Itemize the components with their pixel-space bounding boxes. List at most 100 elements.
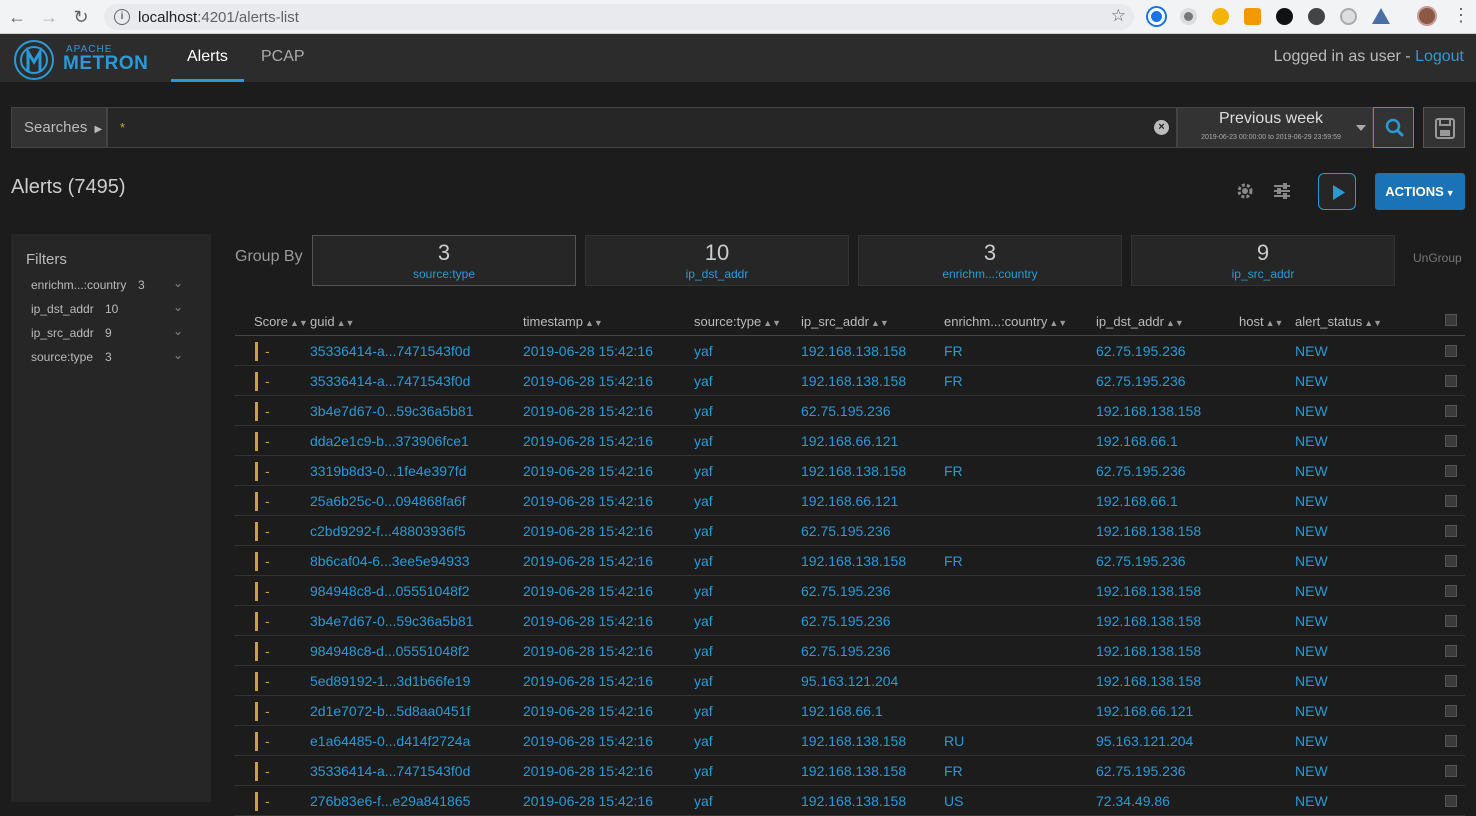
- row-checkbox[interactable]: [1445, 435, 1457, 447]
- cell-country[interactable]: FR: [944, 373, 963, 389]
- cell-guid[interactable]: 25a6b25c-0...094868fa6f: [310, 493, 466, 509]
- cell-timestamp[interactable]: 2019-06-28 15:42:16: [523, 643, 653, 659]
- ungroup-button[interactable]: UnGroup: [1413, 251, 1462, 265]
- cell-alert-status[interactable]: NEW: [1295, 403, 1328, 419]
- play-button[interactable]: [1318, 173, 1356, 210]
- cell-timestamp[interactable]: 2019-06-28 15:42:16: [523, 733, 653, 749]
- column-header-ip-src-addr[interactable]: ip_src_addr ▲▼: [801, 314, 889, 329]
- cell-ip-dst-addr[interactable]: 192.168.138.158: [1096, 613, 1201, 629]
- cell-alert-status[interactable]: NEW: [1295, 763, 1328, 779]
- cell-ip-dst-addr[interactable]: 192.168.66.121: [1096, 703, 1193, 719]
- tab-pcap[interactable]: PCAP: [245, 34, 321, 82]
- cell-ip-dst-addr[interactable]: 192.168.66.1: [1096, 493, 1178, 509]
- table-row[interactable]: - 8b6caf04-6...3ee5e94933 2019-06-28 15:42…: [235, 546, 1465, 576]
- cell-source-type[interactable]: yaf: [694, 673, 713, 689]
- cell-guid[interactable]: 35336414-a...7471543f0d: [310, 763, 470, 779]
- column-header-guid[interactable]: guid ▲▼: [310, 314, 354, 329]
- cell-ip-dst-addr[interactable]: 192.168.138.158: [1096, 673, 1201, 689]
- row-checkbox[interactable]: [1445, 495, 1457, 507]
- cell-alert-status[interactable]: NEW: [1295, 523, 1328, 539]
- table-row[interactable]: - 276b83e6-f...e29a841865 2019-06-28 15:42…: [235, 786, 1465, 816]
- cell-guid[interactable]: 3b4e7d67-0...59c36a5b81: [310, 613, 473, 629]
- cell-source-type[interactable]: yaf: [694, 523, 713, 539]
- cell-ip-src-addr[interactable]: 62.75.195.236: [801, 583, 891, 599]
- cell-ip-dst-addr[interactable]: 72.34.49.86: [1096, 793, 1170, 809]
- cell-source-type[interactable]: yaf: [694, 463, 713, 479]
- group-card-ip-dst-addr[interactable]: 10 ip_dst_addr: [585, 235, 849, 286]
- cell-country[interactable]: FR: [944, 553, 963, 569]
- chevron-down-icon[interactable]: ⌄: [173, 300, 183, 314]
- row-checkbox[interactable]: [1445, 735, 1457, 747]
- table-row[interactable]: - 3319b8d3-0...1fe4e397fd 2019-06-28 15:42…: [235, 456, 1465, 486]
- table-row[interactable]: - 35336414-a...7471543f0d 2019-06-28 15:42…: [235, 756, 1465, 786]
- cell-ip-dst-addr[interactable]: 62.75.195.236: [1096, 373, 1186, 389]
- cell-timestamp[interactable]: 2019-06-28 15:42:16: [523, 703, 653, 719]
- cell-ip-src-addr[interactable]: 192.168.138.158: [801, 553, 906, 569]
- row-checkbox[interactable]: [1445, 525, 1457, 537]
- extension-icon[interactable]: [1308, 8, 1325, 25]
- column-header-country[interactable]: enrichm...:country ▲▼: [944, 314, 1067, 329]
- forward-icon[interactable]: →: [38, 6, 60, 28]
- row-checkbox[interactable]: [1445, 705, 1457, 717]
- cell-ip-src-addr[interactable]: 192.168.138.158: [801, 793, 906, 809]
- bookmark-star-icon[interactable]: ☆: [1111, 6, 1126, 26]
- cell-ip-src-addr[interactable]: 95.163.121.204: [801, 673, 898, 689]
- cell-timestamp[interactable]: 2019-06-28 15:42:16: [523, 403, 653, 419]
- cell-score[interactable]: -: [265, 403, 270, 419]
- cell-guid[interactable]: 8b6caf04-6...3ee5e94933: [310, 553, 470, 569]
- cell-guid[interactable]: dda2e1c9-b...373906fce1: [310, 433, 469, 449]
- searches-button[interactable]: Searches ▶: [11, 107, 107, 148]
- cell-alert-status[interactable]: NEW: [1295, 433, 1328, 449]
- filter-item[interactable]: source:type 3 ⌄: [31, 348, 191, 368]
- cell-ip-src-addr[interactable]: 192.168.138.158: [801, 343, 906, 359]
- cell-guid[interactable]: 5ed89192-1...3d1b66fe19: [310, 673, 470, 689]
- extension-icon[interactable]: [1148, 8, 1165, 25]
- table-row[interactable]: - 35336414-a...7471543f0d 2019-06-28 15:42…: [235, 366, 1465, 396]
- cell-ip-src-addr[interactable]: 192.168.138.158: [801, 373, 906, 389]
- cell-alert-status[interactable]: NEW: [1295, 343, 1328, 359]
- browser-menu-icon[interactable]: ⋮: [1452, 5, 1470, 26]
- cell-ip-dst-addr[interactable]: 95.163.121.204: [1096, 733, 1193, 749]
- cell-score[interactable]: -: [265, 703, 270, 719]
- search-button[interactable]: [1373, 107, 1414, 148]
- info-icon[interactable]: i: [114, 9, 130, 25]
- group-card-source-type[interactable]: 3 source:type: [312, 235, 576, 286]
- cell-guid[interactable]: e1a64485-0...d414f2724a: [310, 733, 470, 749]
- row-checkbox[interactable]: [1445, 765, 1457, 777]
- row-checkbox[interactable]: [1445, 675, 1457, 687]
- column-header-alert-status[interactable]: alert_status ▲▼: [1295, 314, 1382, 329]
- cell-source-type[interactable]: yaf: [694, 703, 713, 719]
- column-header-source-type[interactable]: source:type ▲▼: [694, 314, 781, 329]
- cell-score[interactable]: -: [265, 373, 270, 389]
- cell-ip-src-addr[interactable]: 62.75.195.236: [801, 613, 891, 629]
- profile-avatar[interactable]: [1417, 6, 1437, 26]
- cell-ip-dst-addr[interactable]: 62.75.195.236: [1096, 553, 1186, 569]
- cell-score[interactable]: -: [265, 613, 270, 629]
- cell-score[interactable]: -: [265, 583, 270, 599]
- table-row[interactable]: - 35336414-a...7471543f0d 2019-06-28 15:42…: [235, 336, 1465, 366]
- cell-country[interactable]: FR: [944, 463, 963, 479]
- cell-timestamp[interactable]: 2019-06-28 15:42:16: [523, 763, 653, 779]
- row-checkbox[interactable]: [1445, 615, 1457, 627]
- cell-country[interactable]: FR: [944, 763, 963, 779]
- row-checkbox[interactable]: [1445, 375, 1457, 387]
- cell-ip-src-addr[interactable]: 192.168.66.121: [801, 433, 898, 449]
- actions-button[interactable]: ACTIONS ▼: [1375, 173, 1465, 210]
- clear-search-icon[interactable]: ×: [1154, 120, 1169, 135]
- cell-source-type[interactable]: yaf: [694, 403, 713, 419]
- cell-guid[interactable]: c2bd9292-f...48803936f5: [310, 523, 466, 539]
- chevron-down-icon[interactable]: ⌄: [173, 324, 183, 338]
- cell-source-type[interactable]: yaf: [694, 793, 713, 809]
- reload-icon[interactable]: ↻: [70, 6, 92, 28]
- cell-ip-src-addr[interactable]: 62.75.195.236: [801, 643, 891, 659]
- cell-score[interactable]: -: [265, 523, 270, 539]
- row-checkbox[interactable]: [1445, 405, 1457, 417]
- cell-alert-status[interactable]: NEW: [1295, 553, 1328, 569]
- table-row[interactable]: - e1a64485-0...d414f2724a 2019-06-28 15:42…: [235, 726, 1465, 756]
- url-text[interactable]: localhost:4201/alerts-list: [138, 9, 299, 26]
- cell-ip-dst-addr[interactable]: 192.168.66.1: [1096, 433, 1178, 449]
- cell-guid[interactable]: 35336414-a...7471543f0d: [310, 343, 470, 359]
- cell-alert-status[interactable]: NEW: [1295, 373, 1328, 389]
- cell-score[interactable]: -: [265, 343, 270, 359]
- cell-source-type[interactable]: yaf: [694, 343, 713, 359]
